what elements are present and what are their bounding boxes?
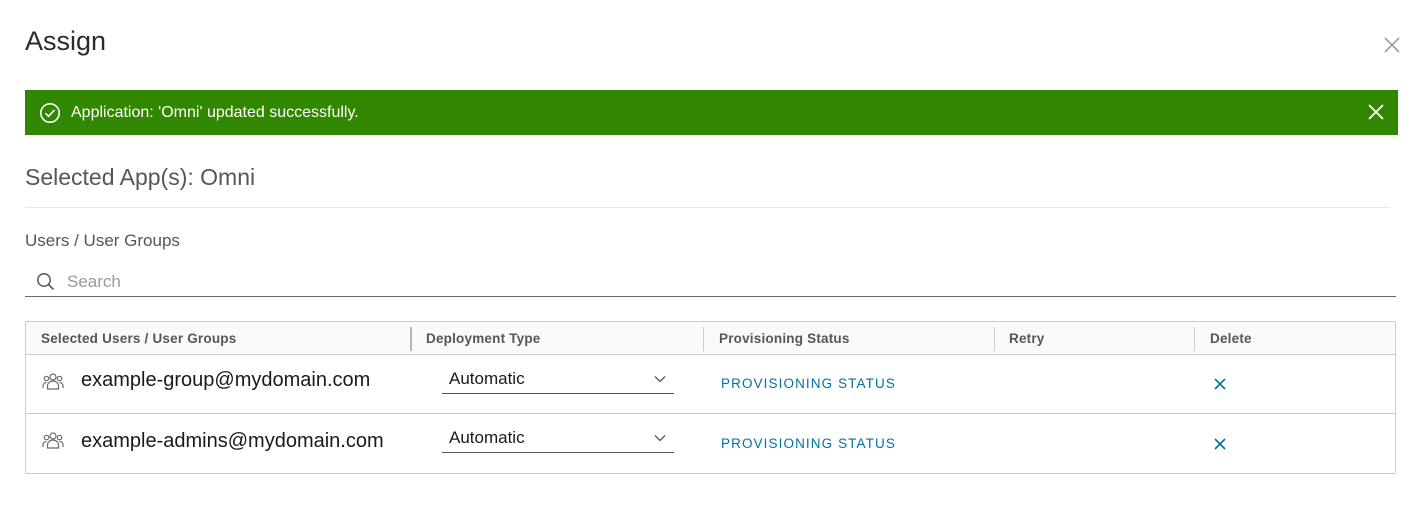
close-icon[interactable] bbox=[1213, 377, 1227, 391]
search-bar bbox=[25, 267, 1396, 297]
chevron-down-icon bbox=[654, 435, 666, 442]
provisioning-status-link[interactable]: PROVISIONING STATUS bbox=[721, 376, 896, 391]
deployment-type-select[interactable]: Automatic bbox=[442, 364, 674, 394]
modal-title: Assign bbox=[25, 26, 107, 56]
column-separator bbox=[994, 327, 995, 351]
search-icon bbox=[37, 273, 55, 291]
column-header-retry: Retry bbox=[1009, 331, 1045, 346]
alert-message: Application: 'Omni' updated successfully… bbox=[71, 103, 359, 121]
column-header-users: Selected Users / User Groups bbox=[41, 331, 237, 346]
provisioning-status-link[interactable]: PROVISIONING STATUS bbox=[721, 436, 896, 451]
close-icon[interactable] bbox=[1383, 36, 1401, 54]
user-group-name: example-admins@mydomain.com bbox=[81, 430, 384, 452]
users-table: Selected Users / User Groups Deployment … bbox=[25, 321, 1396, 474]
column-separator bbox=[703, 327, 704, 351]
column-header-deployment-type: Deployment Type bbox=[426, 331, 541, 346]
divider bbox=[25, 207, 1390, 208]
column-header-delete: Delete bbox=[1210, 331, 1252, 346]
column-header-provisioning-status: Provisioning Status bbox=[719, 331, 850, 346]
selected-apps-heading: Selected App(s): Omni bbox=[25, 164, 256, 190]
table-row: example-admins@mydomain.com Automatic PR… bbox=[26, 413, 1395, 474]
column-separator bbox=[1194, 327, 1195, 351]
search-input[interactable] bbox=[65, 270, 1369, 293]
deployment-type-value: Automatic bbox=[449, 428, 525, 447]
table-row: example-group@mydomain.com Automatic PRO… bbox=[26, 354, 1395, 414]
table-header: Selected Users / User Groups Deployment … bbox=[26, 322, 1395, 355]
check-circle-icon bbox=[40, 102, 60, 123]
chevron-down-icon bbox=[654, 376, 666, 383]
close-icon[interactable] bbox=[1213, 437, 1227, 451]
deployment-type-value: Automatic bbox=[449, 369, 525, 388]
column-resize-handle[interactable] bbox=[410, 327, 412, 351]
user-group-name: example-group@mydomain.com bbox=[81, 369, 371, 391]
users-section-label: Users / User Groups bbox=[25, 231, 180, 250]
user-group-icon bbox=[42, 373, 64, 390]
user-group-icon bbox=[42, 432, 64, 449]
close-icon[interactable] bbox=[1367, 103, 1385, 121]
success-alert: Application: 'Omni' updated successfully… bbox=[25, 90, 1398, 135]
deployment-type-select[interactable]: Automatic bbox=[442, 423, 674, 453]
